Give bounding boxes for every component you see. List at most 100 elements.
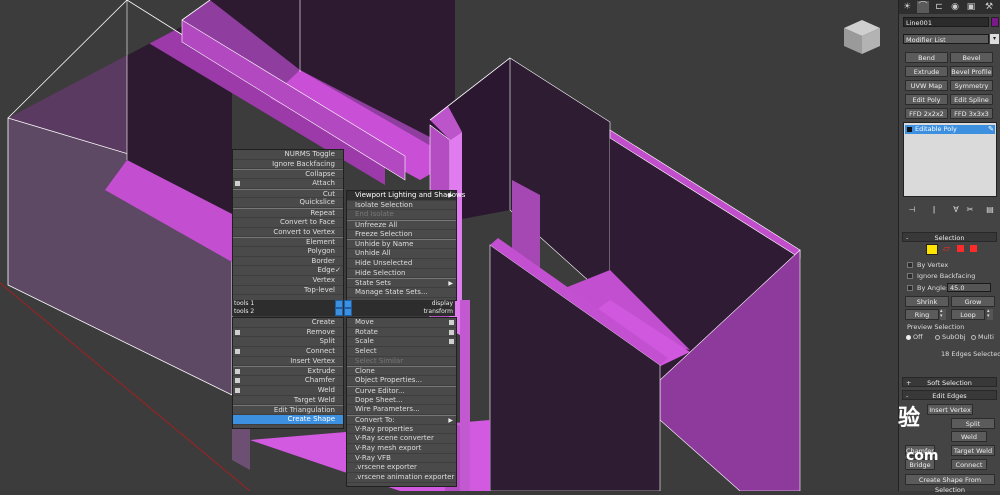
modifier-button-extrude[interactable]: Extrude <box>905 66 948 77</box>
menu-item-hide-selection[interactable]: Hide Selection <box>347 269 456 279</box>
menu-item-object-properties[interactable]: Object Properties... <box>347 376 456 386</box>
modify-tab-curve-icon[interactable]: ⌒ <box>917 1 929 13</box>
create-tab-sun-icon[interactable]: ☀ <box>901 1 913 13</box>
ring-button[interactable]: Ring <box>905 309 939 320</box>
settings-box-icon[interactable] <box>449 339 454 345</box>
settings-box-icon[interactable] <box>235 181 240 187</box>
edge-level-icon[interactable]: ▱ <box>943 244 953 254</box>
modifier-button-bevel-profile[interactable]: Bevel Profile <box>950 66 993 77</box>
show-end-result-icon[interactable]: ǀ <box>929 205 939 215</box>
menu-item-hide-unselected[interactable]: Hide Unselected <box>347 259 456 269</box>
modifier-button-edit-spline[interactable]: Edit Spline <box>950 94 993 105</box>
create-shape-from-selection-button[interactable]: Create Shape From Selection <box>905 474 995 494</box>
menu-item-ignore-backfacing[interactable]: Ignore Backfacing <box>233 160 343 170</box>
menu-item-unfreeze-all[interactable]: Unfreeze All <box>347 220 456 230</box>
angle-spinner[interactable]: 45.0 <box>947 283 991 292</box>
menu-item-v-ray-mesh-export[interactable]: V-Ray mesh export <box>347 444 456 454</box>
light-bulb-icon[interactable]: ✎ <box>988 125 994 134</box>
modifier-button-symmetry[interactable]: Symmetry <box>950 80 993 91</box>
menu-item-freeze-selection[interactable]: Freeze Selection <box>347 230 456 240</box>
modifier-button-bevel[interactable]: Bevel <box>950 52 993 63</box>
perspective-viewport[interactable]: NURMS Toggle Ignore Backfacing Collapse Att… <box>0 0 898 491</box>
modifier-list-dropdown[interactable]: Modifier List <box>903 34 989 44</box>
menu-item-nurms-toggle[interactable]: NURMS Toggle <box>233 150 343 160</box>
menu-item-polygon[interactable]: Polygon <box>233 247 343 257</box>
remove-modifier-icon[interactable]: ✂ <box>965 205 975 215</box>
menu-item-unhide-by-name[interactable]: Unhide by Name <box>347 239 456 250</box>
settings-box-icon[interactable] <box>235 387 240 393</box>
menu-item-target-weld[interactable]: Target Weld <box>233 396 343 406</box>
utilities-tab-wrench-icon[interactable]: ⚒ <box>983 1 995 13</box>
settings-box-icon[interactable] <box>235 369 240 375</box>
settings-box-icon[interactable] <box>235 378 240 384</box>
menu-item-repeat[interactable]: Repeat <box>233 208 343 218</box>
edit-edges-rollout-header[interactable]: - Edit Edges <box>902 390 997 400</box>
preview-off-radio[interactable] <box>906 335 911 340</box>
modifier-stack[interactable]: Editable Poly ✎ <box>903 122 997 197</box>
menu-item-top-level[interactable]: Top-level <box>233 286 343 296</box>
menu-item-convert-to[interactable]: Convert To: ▶ <box>347 414 456 425</box>
settings-box-icon[interactable] <box>449 320 454 325</box>
settings-box-icon[interactable] <box>235 349 240 355</box>
modifier-button-bend[interactable]: Bend <box>905 52 948 63</box>
menu-item-quickslice[interactable]: Quickslice <box>233 198 343 209</box>
menu-item-v-ray-scene-converter[interactable]: V-Ray scene converter <box>347 434 456 444</box>
connect-button[interactable]: Connect <box>951 459 987 470</box>
object-color-swatch[interactable] <box>991 17 999 27</box>
menu-item-select[interactable]: Select <box>347 347 456 357</box>
insert-vertex-button[interactable]: Insert Vertex <box>927 404 973 415</box>
menu-item-weld[interactable]: Weld <box>233 386 343 396</box>
menu-item-insert-vertex[interactable]: Insert Vertex <box>233 357 343 367</box>
polygon-level-icon[interactable] <box>970 245 977 252</box>
preview-subobj-radio[interactable] <box>935 335 940 340</box>
menu-item-element[interactable]: Element <box>233 237 343 247</box>
menu-item-extrude[interactable]: Extrude <box>233 366 343 377</box>
menu-item-chamfer[interactable]: Chamfer <box>233 376 343 386</box>
target-weld-button[interactable]: Target Weld <box>951 445 995 456</box>
split-button[interactable]: Split <box>951 418 995 429</box>
menu-item-move[interactable]: Move <box>347 318 456 328</box>
menu-item-split[interactable]: Split <box>233 337 343 348</box>
menu-item-border[interactable]: Border <box>233 257 343 267</box>
ring-spinner[interactable]: ▴ ▾ <box>940 309 946 320</box>
menu-item-attach[interactable]: Attach <box>233 179 343 189</box>
modifier-button-ffd-3x3x3[interactable]: FFD 3x3x3 <box>950 108 993 119</box>
menu-item-vertex[interactable]: Vertex <box>233 276 343 286</box>
shrink-button[interactable]: Shrink <box>905 296 949 307</box>
menu-item-curve-editor[interactable]: Curve Editor... <box>347 385 456 396</box>
menu-item-vrscene-animation-exporter[interactable]: .vrscene animation exporter <box>347 473 456 483</box>
modifier-button-ffd-2x2x2[interactable]: FFD 2x2x2 <box>905 108 948 119</box>
make-unique-icon[interactable]: ∀ <box>951 205 961 215</box>
soft-selection-rollout-header[interactable]: + Soft Selection <box>902 377 997 387</box>
modifier-button-uvw-map[interactable]: UVW Map <box>905 80 948 91</box>
menu-item-collapse[interactable]: Collapse <box>233 169 343 180</box>
settings-box-icon[interactable] <box>449 329 454 335</box>
loop-button[interactable]: Loop <box>951 309 985 320</box>
pin-stack-icon[interactable]: ⊣ <box>907 205 917 215</box>
menu-item-edge[interactable]: Edge ✓ <box>233 266 343 276</box>
by-angle-checkbox[interactable] <box>907 285 913 291</box>
menu-item-wire-parameters[interactable]: Wire Parameters... <box>347 405 456 415</box>
menu-item-cut[interactable]: Cut <box>233 188 343 199</box>
configure-sets-icon[interactable]: ▤ <box>985 205 995 215</box>
menu-item-v-ray-properties[interactable]: V-Ray properties <box>347 425 456 435</box>
preview-multi-radio[interactable] <box>971 335 976 340</box>
menu-item-state-sets[interactable]: State Sets ▶ <box>347 278 456 288</box>
modifier-button-edit-poly[interactable]: Edit Poly <box>905 94 948 105</box>
selection-rollout-header[interactable]: - Selection <box>902 232 997 242</box>
by-vertex-checkbox[interactable] <box>907 262 913 268</box>
settings-box-icon[interactable] <box>235 329 240 335</box>
menu-item-remove[interactable]: Remove <box>233 328 343 338</box>
ignore-backfacing-checkbox[interactable] <box>907 273 913 279</box>
quad-center-tl[interactable] <box>335 300 343 308</box>
quad-center-br[interactable] <box>344 308 352 316</box>
quad-center-tr[interactable] <box>344 300 352 308</box>
menu-item-rotate[interactable]: Rotate <box>347 328 456 338</box>
menu-item-create[interactable]: Create <box>233 318 343 328</box>
motion-tab-icon[interactable]: ◉ <box>949 1 961 13</box>
menu-item-convert-to-vertex[interactable]: Convert to Vertex <box>233 228 343 238</box>
quad-center-bl[interactable] <box>335 308 343 316</box>
menu-item-connect[interactable]: Connect <box>233 347 343 357</box>
loop-spinner[interactable]: ▴ ▾ <box>987 309 993 320</box>
display-tab-icon[interactable]: ▣ <box>965 1 977 13</box>
